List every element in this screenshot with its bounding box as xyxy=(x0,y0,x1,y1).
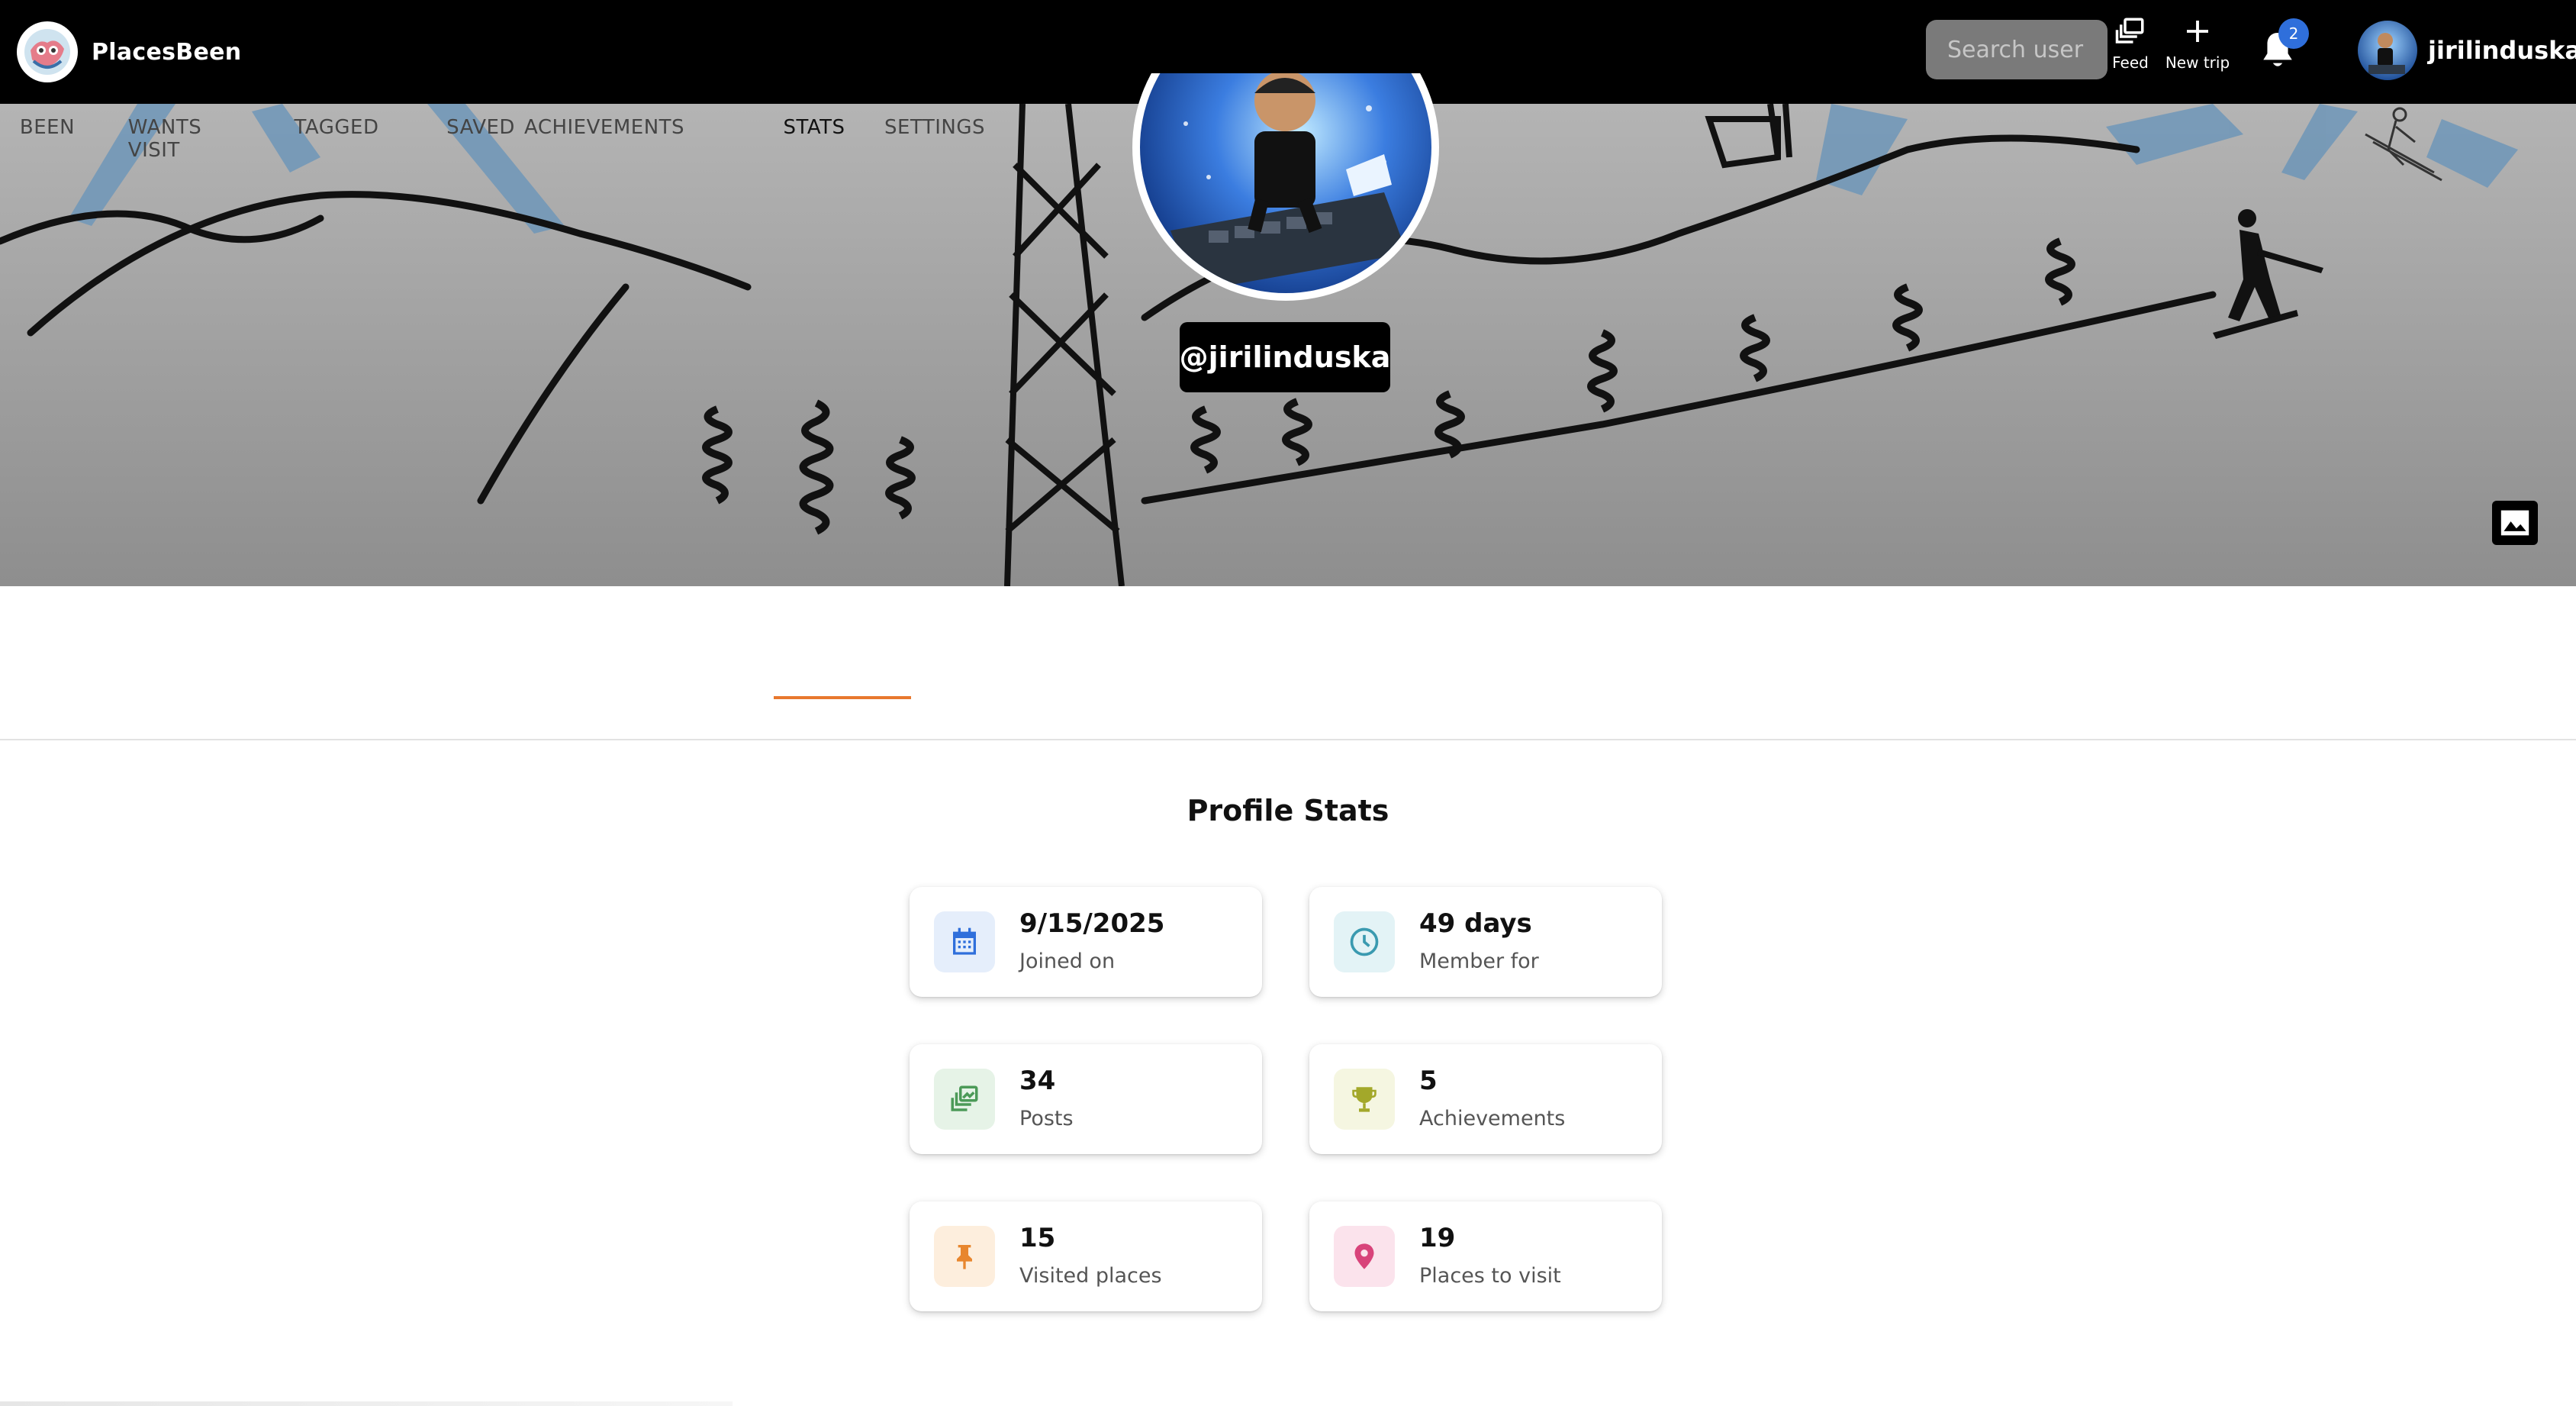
divider xyxy=(0,1401,733,1406)
stat-card-joined: 9/15/2025 Joined on xyxy=(910,887,1262,997)
profile-avatar[interactable] xyxy=(1132,73,1439,301)
stat-icon-box xyxy=(934,1069,995,1130)
tab-label: ACHIEVEMENTS xyxy=(523,116,685,139)
calendar-icon xyxy=(953,927,976,955)
pin-icon xyxy=(957,1245,972,1269)
stat-icon-box xyxy=(1334,1226,1395,1287)
page-title: Profile Stats xyxy=(1187,794,1389,827)
feed-icon xyxy=(2115,18,2144,44)
stat-value: 9/15/2025 xyxy=(1019,908,1165,939)
stat-card-posts: 34 Posts xyxy=(910,1044,1262,1154)
stat-icon-box xyxy=(1334,911,1395,972)
location-icon xyxy=(1354,1243,1374,1269)
tab-label: WANTS VISIT xyxy=(127,116,202,162)
tab-label: STATS xyxy=(783,116,845,139)
profile-tabs xyxy=(0,586,2576,740)
trophy-icon xyxy=(1352,1087,1377,1112)
stat-card-places-to-visit: 19 Places to visit xyxy=(1309,1201,1662,1311)
stat-icon-box xyxy=(934,1226,995,1287)
plus-icon xyxy=(2187,21,2208,42)
stat-card-visited-places: 15 Visited places xyxy=(910,1201,1262,1311)
stat-value: 15 xyxy=(1019,1223,1056,1253)
user-menu[interactable]: jirilinduska xyxy=(2358,20,2576,81)
clock-icon xyxy=(1350,927,1379,956)
feed-label: Feed xyxy=(2112,53,2149,72)
stat-label: Joined on xyxy=(1019,950,1116,973)
stat-card-member-for: 49 days Member for xyxy=(1309,887,1662,997)
tab-label: BEEN xyxy=(19,116,76,139)
stat-label: Member for xyxy=(1419,950,1539,973)
tab-label: SETTINGS xyxy=(884,116,986,139)
tab-label: TAGGED xyxy=(294,116,379,139)
stat-label: Visited places xyxy=(1019,1264,1162,1288)
image-icon xyxy=(2500,510,2529,536)
stat-value: 49 days xyxy=(1419,908,1532,939)
stat-icon-box xyxy=(1334,1069,1395,1130)
username: jirilinduska xyxy=(2428,36,2576,65)
tab-label: SAVED xyxy=(446,116,515,139)
stat-label: Posts xyxy=(1019,1107,1074,1130)
search-user-input[interactable] xyxy=(1926,20,2107,79)
stat-label: Achievements xyxy=(1419,1107,1566,1130)
notification-badge: 2 xyxy=(2278,18,2309,49)
stat-card-achievements: 5 Achievements xyxy=(1309,1044,1662,1154)
profile-handle: @jirilinduska xyxy=(1180,322,1390,392)
stat-label: Places to visit xyxy=(1419,1264,1561,1288)
brand-logo xyxy=(17,21,78,82)
new-trip-label: New trip xyxy=(2165,53,2230,72)
posts-icon xyxy=(951,1085,978,1111)
avatar xyxy=(2358,21,2417,80)
new-trip-button[interactable]: New trip xyxy=(2159,15,2236,84)
stat-icon-box xyxy=(934,911,995,972)
stat-value: 19 xyxy=(1419,1223,1456,1253)
feed-button[interactable]: Feed xyxy=(2107,15,2153,84)
change-cover-button[interactable] xyxy=(2492,501,2538,545)
stat-value: 5 xyxy=(1419,1066,1438,1096)
brand-link[interactable]: PlacesBeen xyxy=(17,20,241,84)
stat-value: 34 xyxy=(1019,1066,1056,1096)
active-tab-indicator xyxy=(774,696,911,699)
brand-name: PlacesBeen xyxy=(92,38,242,66)
